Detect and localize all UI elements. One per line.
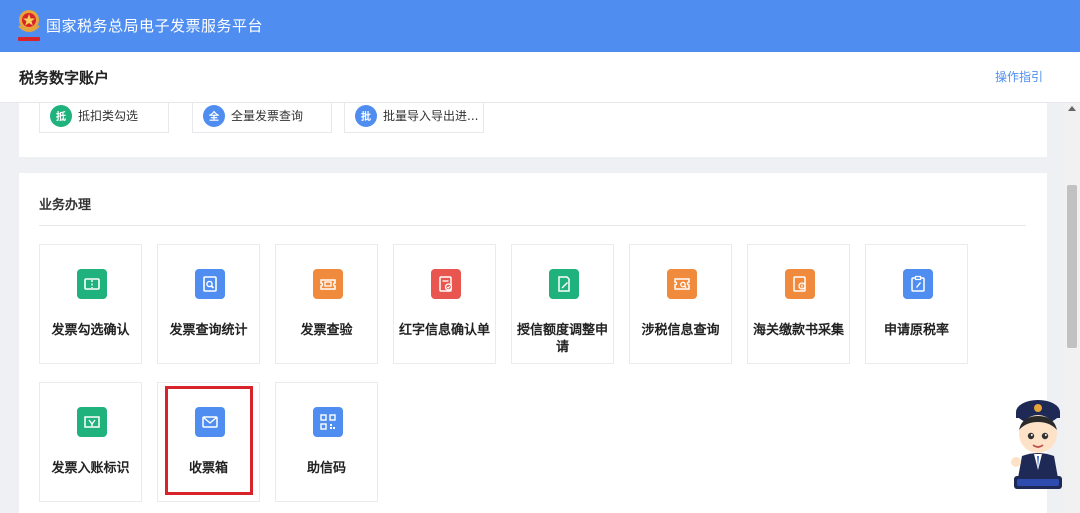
tile-label: 发票勾选确认 — [51, 323, 130, 338]
quick-action-deduction-select[interactable]: 抵 抵扣类勾选 — [39, 103, 169, 133]
business-card: 业务办理 发票勾选确认 发票查询统计 发票查验 红字信息确认单 授信额度调整申请… — [19, 173, 1047, 513]
invoice-booking-icon — [77, 407, 107, 437]
tile-invoice-query-stats[interactable]: 发票查询统计 — [157, 244, 260, 364]
quick-actions-card: 抵 抵扣类勾选 全 全量发票查询 批 批量导入导出进... — [19, 103, 1047, 157]
tax-mascot-icon[interactable] — [1008, 396, 1068, 492]
search-document-icon — [195, 269, 225, 299]
ticket-icon — [77, 269, 107, 299]
batch-badge-icon: 批 — [355, 104, 377, 127]
qr-code-icon — [313, 407, 343, 437]
tile-red-letter-confirm[interactable]: 红字信息确认单 — [393, 244, 496, 364]
mailbox-icon — [195, 407, 225, 437]
tile-label: 助信码 — [306, 461, 346, 476]
tile-label: 红字信息确认单 — [398, 323, 490, 338]
scrollbar-thumb[interactable] — [1067, 185, 1077, 348]
account-header: 税务数字账户 操作指引 — [0, 52, 1080, 103]
customs-receipt-icon — [785, 269, 815, 299]
tile-label: 申请原税率 — [883, 323, 949, 338]
deduction-badge-icon: 抵 — [50, 104, 72, 127]
tile-label: 发票查询统计 — [169, 323, 248, 338]
verify-ticket-icon — [313, 269, 343, 299]
quick-action-label: 全量发票查询 — [231, 109, 304, 123]
scroll-up-arrow-icon[interactable] — [1068, 106, 1076, 111]
tile-customs-payment-collect[interactable]: 海关缴款书采集 — [747, 244, 850, 364]
divider — [39, 225, 1026, 226]
top-bar: 国家税务总局电子发票服务平台 — [0, 0, 1080, 52]
quick-action-full-invoice-query[interactable]: 全 全量发票查询 — [192, 103, 332, 133]
section-title: 业务办理 — [39, 198, 92, 213]
operation-guide-link[interactable]: 操作指引 — [995, 68, 1043, 85]
tax-info-search-icon — [667, 269, 697, 299]
credit-adjust-icon — [549, 269, 579, 299]
content-area: 抵 抵扣类勾选 全 全量发票查询 批 批量导入导出进... 业务办理 发票勾选确… — [0, 103, 1064, 513]
tile-tax-info-query[interactable]: 涉税信息查询 — [629, 244, 732, 364]
tile-label: 涉税信息查询 — [641, 323, 720, 338]
tile-invoice-verify[interactable]: 发票查验 — [275, 244, 378, 364]
tile-receipt-box[interactable]: 收票箱 — [157, 382, 260, 502]
tile-credit-limit-adjust[interactable]: 授信额度调整申请 — [511, 244, 614, 364]
red-letter-form-icon — [431, 269, 461, 299]
tile-apply-original-rate[interactable]: 申请原税率 — [865, 244, 968, 364]
tile-invoice-booking-mark[interactable]: 发票入账标识 — [39, 382, 142, 502]
tile-label: 授信额度调整申请 — [516, 323, 608, 355]
tile-label: 发票查验 — [300, 323, 353, 338]
quick-action-label: 抵扣类勾选 — [78, 109, 139, 123]
tile-label: 发票入账标识 — [51, 461, 130, 476]
platform-title: 国家税务总局电子发票服务平台 — [46, 17, 264, 35]
tile-label: 收票箱 — [188, 461, 228, 476]
tile-label: 海关缴款书采集 — [752, 323, 844, 338]
quick-action-label: 批量导入导出进... — [383, 109, 479, 123]
account-title: 税务数字账户 — [19, 69, 110, 87]
tax-emblem-icon — [18, 10, 40, 41]
tile-credit-code[interactable]: 助信码 — [275, 382, 378, 502]
apply-rate-icon — [903, 269, 933, 299]
full-query-badge-icon: 全 — [203, 104, 225, 127]
tile-invoice-select-confirm[interactable]: 发票勾选确认 — [39, 244, 142, 364]
quick-action-batch-import-export[interactable]: 批 批量导入导出进... — [344, 103, 484, 133]
